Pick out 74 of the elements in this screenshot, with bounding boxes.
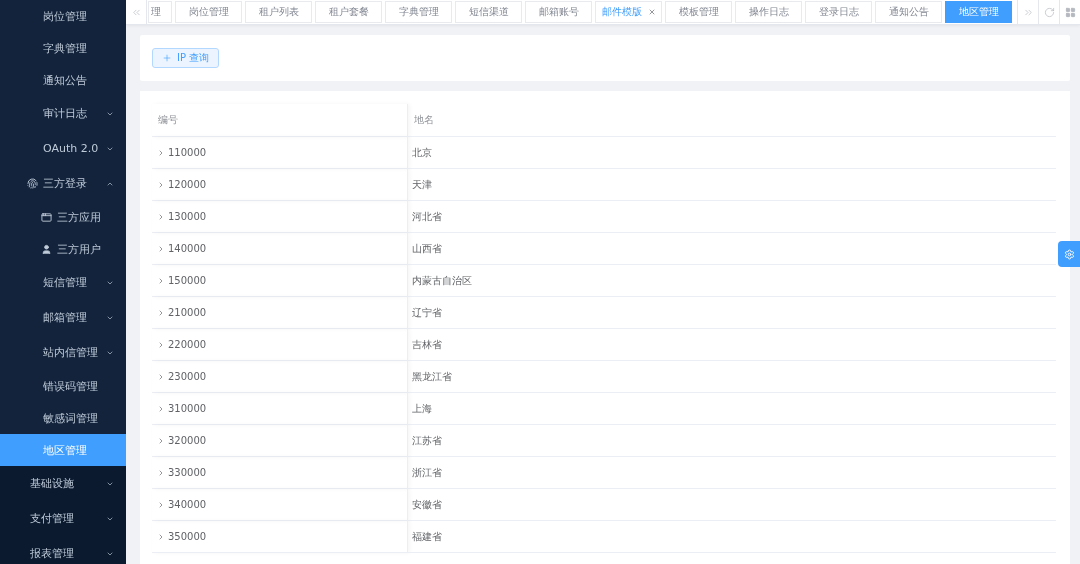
menu-item[interactable]: 通知公告	[0, 64, 126, 96]
region-code: 320000	[168, 435, 207, 446]
table-cell: 黑龙江省	[408, 361, 1056, 393]
plus-icon	[162, 53, 172, 63]
settings-button[interactable]	[1058, 241, 1080, 267]
menu-item[interactable]: 三方用户	[0, 233, 126, 265]
expand-chevron-icon[interactable]	[157, 276, 165, 285]
menu-item[interactable]: OAuth 2.0	[0, 131, 126, 166]
expand-chevron-icon[interactable]	[157, 468, 165, 477]
expand-chevron-icon[interactable]	[157, 404, 165, 413]
column-header: 编号	[152, 104, 408, 137]
table-cell: 天津	[408, 169, 1056, 201]
column-header: 地名	[408, 104, 1056, 137]
tab[interactable]: 通知公告	[875, 1, 942, 23]
menu-item[interactable]: 报表管理	[0, 536, 126, 564]
expand-chevron-icon[interactable]	[157, 212, 165, 221]
menu-item[interactable]: 三方登录	[0, 166, 126, 201]
close-icon[interactable]	[647, 8, 656, 16]
menu-item[interactable]: 基础设施	[0, 466, 126, 501]
tab[interactable]: 短信渠道	[455, 1, 522, 23]
menu-item[interactable]: 岗位管理	[0, 0, 126, 32]
table-cell: 北京	[408, 137, 1056, 169]
region-code: 110000	[168, 147, 207, 158]
table-cell: 吉林省	[408, 329, 1056, 361]
expand-chevron-icon[interactable]	[157, 372, 165, 381]
table-cell: 江苏省	[408, 425, 1056, 457]
region-code: 230000	[168, 371, 207, 382]
menu-item[interactable]: 审计日志	[0, 96, 126, 131]
menu-item[interactable]: 错误码管理	[0, 370, 126, 402]
settings-icon	[1063, 248, 1075, 260]
region-code: 130000	[168, 211, 207, 222]
region-code: 220000	[168, 339, 207, 350]
expand-chevron-icon[interactable]	[157, 532, 165, 541]
expand-chevron-icon[interactable]	[157, 340, 165, 349]
table-cell: 福建省	[408, 521, 1056, 553]
region-code: 350000	[168, 531, 207, 542]
expand-chevron-icon[interactable]	[157, 308, 165, 317]
tab[interactable]: 岗位管理	[175, 1, 242, 23]
region-code: 140000	[168, 243, 207, 254]
menu-item[interactable]: 敏感词管理	[0, 402, 126, 434]
tab[interactable]: 登录日志	[805, 1, 872, 23]
table-cell: 安徽省	[408, 489, 1056, 521]
menu-item[interactable]: 邮箱管理	[0, 300, 126, 335]
tab[interactable]: 租户列表	[245, 1, 312, 23]
table-cell: 内蒙古自治区	[408, 265, 1056, 297]
expand-chevron-icon[interactable]	[157, 180, 165, 189]
expand-chevron-icon[interactable]	[157, 244, 165, 253]
region-code: 120000	[168, 179, 207, 190]
tab[interactable]: 字典管理	[385, 1, 452, 23]
table-cell: 上海	[408, 393, 1056, 425]
tab[interactable]: 邮箱账号	[525, 1, 592, 23]
menu-item[interactable]: 三方应用	[0, 201, 126, 233]
grid-icon	[1064, 6, 1076, 18]
table-cell: 浙江省	[408, 457, 1056, 489]
tab[interactable]: 租户套餐	[315, 1, 382, 23]
expand-chevron-icon[interactable]	[157, 500, 165, 509]
region-code: 330000	[168, 467, 207, 478]
refresh-icon	[1043, 6, 1055, 18]
expand-chevron-icon[interactable]	[157, 148, 165, 157]
tab[interactable]: 模板管理	[665, 1, 732, 23]
region-code: 150000	[168, 275, 207, 286]
expand-chevron-icon[interactable]	[157, 436, 165, 445]
region-code: 340000	[168, 499, 207, 510]
tab[interactable]: 理	[148, 1, 172, 23]
region-code: 210000	[168, 307, 207, 318]
table-cell: 河北省	[408, 201, 1056, 233]
region-code: 310000	[168, 403, 207, 414]
tab[interactable]: 操作日志	[735, 1, 802, 23]
menu-item[interactable]: 字典管理	[0, 32, 126, 64]
menu-item[interactable]: 站内信管理	[0, 335, 126, 370]
table-cell: 辽宁省	[408, 297, 1056, 329]
menu-item[interactable]: 短信管理	[0, 265, 126, 300]
table-cell: 山西省	[408, 233, 1056, 265]
menu-item[interactable]: 支付管理	[0, 501, 126, 536]
